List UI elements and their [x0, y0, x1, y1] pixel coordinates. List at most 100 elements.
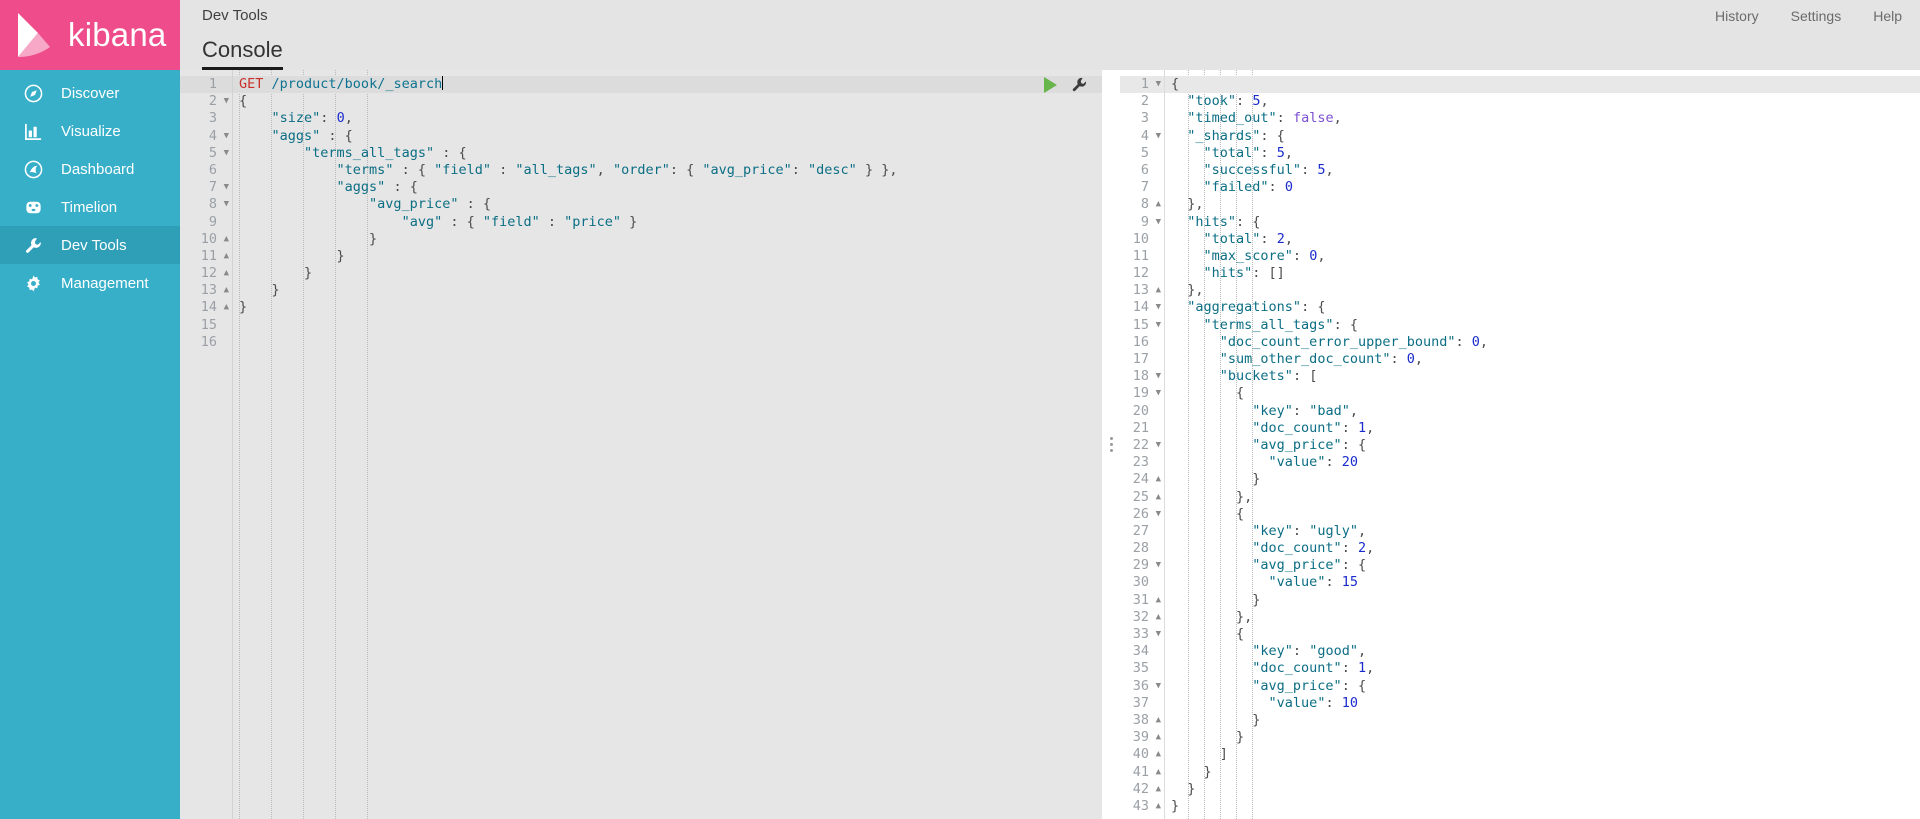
gutter-line-number[interactable]: 29 ▼	[1120, 557, 1164, 574]
request-gutter[interactable]: 1 2 ▼ 3 4 ▼ 5 ▼ 6 7 ▼ 8 ▼ 9 10 ▲ 11 ▲ 12 ▲ 13 ▲ 14 ▲ 15 16	[180, 70, 232, 819]
code-line[interactable]: "_shards": {	[1165, 128, 1920, 145]
code-line[interactable]: "terms_all_tags" : {	[233, 145, 1102, 162]
code-line[interactable]: "successful": 5,	[1165, 162, 1920, 179]
code-line[interactable]: }	[233, 248, 1102, 265]
fold-down-icon[interactable]: ▼	[224, 93, 229, 110]
code-line[interactable]: }	[1165, 764, 1920, 781]
code-line[interactable]: }	[1165, 781, 1920, 798]
gutter-line-number[interactable]: 11 ▲	[180, 248, 232, 265]
gutter-line-number[interactable]: 7	[1120, 179, 1164, 196]
gutter-line-number[interactable]: 1 ▼	[1120, 76, 1164, 94]
gutter-line-number[interactable]: 10	[1120, 231, 1164, 248]
sidebar-item-timelion[interactable]: Timelion	[0, 188, 180, 226]
gutter-line-number[interactable]: 8 ▼	[180, 196, 232, 213]
fold-down-icon[interactable]: ▼	[224, 196, 229, 213]
fold-up-icon[interactable]: ▲	[1156, 196, 1161, 213]
fold-up-icon[interactable]: ▲	[1156, 609, 1161, 626]
fold-up-icon[interactable]: ▲	[1156, 746, 1161, 763]
gutter-line-number[interactable]: 13 ▲	[180, 282, 232, 299]
gutter-line-number[interactable]: 8 ▲	[1120, 196, 1164, 213]
code-line[interactable]: GET /product/book/_search	[233, 76, 1102, 94]
code-line[interactable]: "size": 0,	[233, 110, 1102, 127]
fold-down-icon[interactable]: ▼	[224, 179, 229, 196]
response-editor[interactable]: 1 ▼ 2 3 4 ▼ 5 6 7 8 ▲ 9 ▼ 10 11 12 13 ▲ 14 ▼ 15 ▼ 16 17 18 ▼ 19 ▼ 20…	[1120, 70, 1920, 819]
gutter-line-number[interactable]: 12	[1120, 265, 1164, 282]
fold-up-icon[interactable]: ▲	[224, 265, 229, 282]
code-line[interactable]: }	[1165, 729, 1920, 746]
code-line[interactable]: "value": 15	[1165, 574, 1920, 591]
fold-up-icon[interactable]: ▲	[224, 231, 229, 248]
code-line[interactable]: {	[1165, 626, 1920, 643]
gutter-line-number[interactable]: 14 ▼	[1120, 299, 1164, 316]
gutter-line-number[interactable]: 40 ▲	[1120, 746, 1164, 763]
code-line[interactable]	[233, 334, 1102, 351]
code-line[interactable]: "total": 2,	[1165, 231, 1920, 248]
code-line[interactable]: "value": 10	[1165, 695, 1920, 712]
fold-down-icon[interactable]: ▼	[1156, 317, 1161, 334]
gutter-line-number[interactable]: 37	[1120, 695, 1164, 712]
code-line[interactable]: {	[1165, 385, 1920, 402]
gutter-line-number[interactable]: 34	[1120, 643, 1164, 660]
gutter-line-number[interactable]: 31 ▲	[1120, 592, 1164, 609]
gutter-line-number[interactable]: 9 ▼	[1120, 214, 1164, 231]
code-line[interactable]: "value": 20	[1165, 454, 1920, 471]
code-line[interactable]: }	[233, 265, 1102, 282]
gutter-line-number[interactable]: 2 ▼	[180, 93, 232, 110]
code-line[interactable]: "avg_price": {	[1165, 678, 1920, 695]
gutter-line-number[interactable]: 16	[1120, 334, 1164, 351]
topbar-link-help[interactable]: Help	[1873, 8, 1902, 24]
code-line[interactable]: "total": 5,	[1165, 145, 1920, 162]
code-line[interactable]: "buckets": [	[1165, 368, 1920, 385]
fold-down-icon[interactable]: ▼	[1156, 76, 1161, 93]
gutter-line-number[interactable]: 23	[1120, 454, 1164, 471]
code-line[interactable]: "failed": 0	[1165, 179, 1920, 196]
gutter-line-number[interactable]: 12 ▲	[180, 265, 232, 282]
fold-up-icon[interactable]: ▲	[1156, 729, 1161, 746]
code-line[interactable]: "avg" : { "field" : "price" }	[233, 214, 1102, 231]
fold-up-icon[interactable]: ▲	[1156, 282, 1161, 299]
fold-down-icon[interactable]: ▼	[224, 145, 229, 162]
pane-resize-handle[interactable]	[1102, 70, 1120, 819]
code-line[interactable]: "key": "ugly",	[1165, 523, 1920, 540]
code-line[interactable]: "timed_out": false,	[1165, 110, 1920, 127]
topbar-link-settings[interactable]: Settings	[1791, 8, 1842, 24]
gutter-line-number[interactable]: 14 ▲	[180, 299, 232, 316]
sidebar-item-discover[interactable]: Discover	[0, 74, 180, 112]
code-line[interactable]: "aggs" : {	[233, 128, 1102, 145]
gutter-line-number[interactable]: 35	[1120, 660, 1164, 677]
response-gutter[interactable]: 1 ▼ 2 3 4 ▼ 5 6 7 8 ▲ 9 ▼ 10 11 12 13 ▲ 14 ▼ 15 ▼ 16 17 18 ▼ 19 ▼ 20…	[1120, 70, 1164, 819]
gutter-line-number[interactable]: 41 ▲	[1120, 764, 1164, 781]
gutter-line-number[interactable]: 2	[1120, 93, 1164, 110]
gutter-line-number[interactable]: 4 ▼	[1120, 128, 1164, 145]
code-line[interactable]: "sum_other_doc_count": 0,	[1165, 351, 1920, 368]
code-line[interactable]: ]	[1165, 746, 1920, 763]
gutter-line-number[interactable]: 18 ▼	[1120, 368, 1164, 385]
gutter-line-number[interactable]: 26 ▼	[1120, 506, 1164, 523]
gutter-line-number[interactable]: 1	[180, 76, 232, 94]
code-line[interactable]: }	[1165, 471, 1920, 488]
gutter-line-number[interactable]: 7 ▼	[180, 179, 232, 196]
fold-down-icon[interactable]: ▼	[1156, 128, 1161, 145]
code-line[interactable]: {	[233, 93, 1102, 110]
fold-down-icon[interactable]: ▼	[1156, 214, 1161, 231]
fold-down-icon[interactable]: ▼	[1156, 299, 1161, 316]
code-line[interactable]: }	[233, 299, 1102, 316]
code-line[interactable]: "took": 5,	[1165, 93, 1920, 110]
code-line[interactable]: "hits": {	[1165, 214, 1920, 231]
gutter-line-number[interactable]: 6	[180, 162, 232, 179]
gutter-line-number[interactable]: 30	[1120, 574, 1164, 591]
gutter-line-number[interactable]: 17	[1120, 351, 1164, 368]
code-line[interactable]: },	[1165, 609, 1920, 626]
gutter-line-number[interactable]: 39 ▲	[1120, 729, 1164, 746]
gutter-line-number[interactable]: 32 ▲	[1120, 609, 1164, 626]
gutter-line-number[interactable]: 38 ▲	[1120, 712, 1164, 729]
fold-up-icon[interactable]: ▲	[224, 248, 229, 265]
code-line[interactable]: "doc_count": 2,	[1165, 540, 1920, 557]
code-line[interactable]: }	[233, 282, 1102, 299]
gutter-line-number[interactable]: 5 ▼	[180, 145, 232, 162]
code-line[interactable]: }	[1165, 592, 1920, 609]
response-code[interactable]: { "took": 5, "timed_out": false, "_shard…	[1164, 70, 1920, 819]
fold-down-icon[interactable]: ▼	[1156, 506, 1161, 523]
code-line[interactable]: }	[1165, 798, 1920, 815]
gutter-line-number[interactable]: 24 ▲	[1120, 471, 1164, 488]
